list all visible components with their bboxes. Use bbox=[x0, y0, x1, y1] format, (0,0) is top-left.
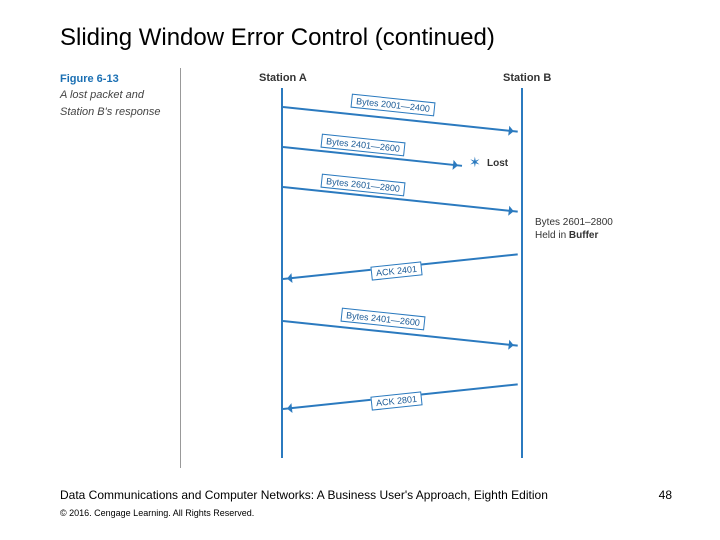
figure-caption-block: Figure 6-13 A lost packet and Station B'… bbox=[60, 72, 180, 119]
buffer-note: Bytes 2601–2800 Held in Buffer bbox=[535, 216, 613, 242]
copyright-text: © 2016. Cengage Learning. All Rights Res… bbox=[60, 508, 254, 518]
msg-ack-2401: ACK 2401 bbox=[370, 261, 422, 280]
protocol-diagram: Station A Station B Bytes 2001—2400 Byte… bbox=[180, 68, 660, 468]
lost-label: Lost bbox=[487, 158, 508, 169]
figure-caption-line1: A lost packet and bbox=[60, 88, 180, 102]
station-b-label: Station B bbox=[503, 72, 551, 84]
figure-number: Figure 6-13 bbox=[60, 72, 180, 86]
buffer-line1: Bytes 2601–2800 bbox=[535, 217, 613, 228]
footer-text: Data Communications and Computer Network… bbox=[60, 488, 548, 502]
msg-ack-2801: ACK 2801 bbox=[370, 391, 422, 410]
buffer-line2-prefix: Held in bbox=[535, 230, 569, 241]
msg-bytes-2001-2400: Bytes 2001—2400 bbox=[350, 94, 435, 117]
station-a-label: Station A bbox=[259, 72, 307, 84]
timeline-b bbox=[521, 88, 523, 458]
lost-icon: ✶ bbox=[469, 154, 481, 171]
slide-title: Sliding Window Error Control (continued) bbox=[60, 24, 495, 52]
figure-caption-line2: Station B's response bbox=[60, 105, 180, 119]
buffer-line2-bold: Buffer bbox=[569, 230, 598, 241]
page-number: 48 bbox=[659, 488, 672, 502]
